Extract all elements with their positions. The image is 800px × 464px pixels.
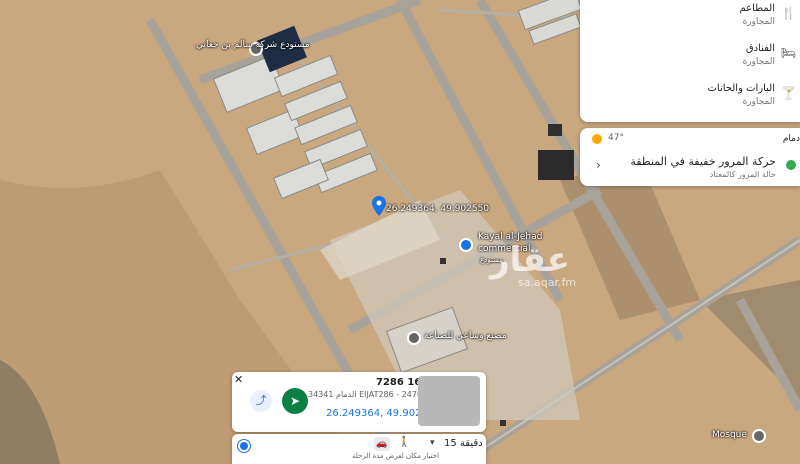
route-hint: اختيار مكان لعرض مدة الرحلة: [352, 452, 440, 460]
hotel-icon: 🛏: [780, 46, 796, 60]
nearby-panel: 🍴 المطاعم المجاورة 🛏 الفنادق المجاورة 🍸 …: [580, 0, 800, 122]
restaurant-icon: 🍴: [781, 6, 796, 20]
chevron-left-icon[interactable]: ‹: [596, 158, 601, 172]
mosque-label[interactable]: Mosque: [712, 430, 747, 440]
sun-icon: [592, 134, 602, 144]
business-poi-icon[interactable]: [459, 238, 473, 252]
place-title: 7286 16: [376, 377, 422, 388]
share-icon[interactable]: ⤴: [250, 390, 272, 412]
traffic-city: دمام: [782, 134, 800, 144]
origin-dot-icon[interactable]: [238, 440, 250, 452]
aqar-watermark: عقار sa.aqar.fm: [490, 240, 576, 289]
nearby-subtitle: المجاورة: [742, 17, 775, 27]
location-pin-icon[interactable]: [372, 196, 386, 220]
traffic-status-icon: [786, 160, 796, 170]
nearby-title: الفنادق: [745, 43, 775, 54]
chevron-down-icon[interactable]: ▾: [430, 438, 435, 448]
warehouse-north-label[interactable]: مستودع شركة سالم بن جعاني: [196, 40, 310, 50]
watermark-arabic: عقار: [490, 240, 571, 280]
nearby-title: المطاعم: [739, 3, 775, 14]
mosque-poi-icon[interactable]: [752, 429, 766, 443]
nearby-subtitle: المجاورة: [742, 57, 775, 67]
route-bar: 🚗 🚶 ▾ 15 دقيقة اختيار مكان لعرض مدة الرح…: [232, 434, 486, 464]
place-thumbnail[interactable]: [418, 376, 480, 426]
directions-icon[interactable]: ➤: [282, 388, 308, 414]
factory-south-label[interactable]: مصنع وساعي للصناعة: [424, 331, 507, 341]
factory-poi-icon[interactable]: [407, 331, 421, 345]
bar-icon: 🍸: [781, 86, 796, 100]
route-duration: 15 دقيقة: [444, 438, 483, 449]
watermark-english: sa.aqar.fm: [518, 276, 577, 289]
temperature: 47°: [608, 133, 624, 143]
traffic-card[interactable]: دمام 47° حركة المرور خفيفة في المنطقة حا…: [580, 128, 800, 186]
nearby-restaurants[interactable]: 🍴 المطاعم المجاورة: [580, 0, 800, 40]
nearby-bars[interactable]: 🍸 البارات والحانات المجاورة: [580, 80, 800, 120]
traffic-headline: حركة المرور خفيفة في المنطقة: [630, 155, 776, 168]
walk-icon[interactable]: 🚶: [398, 437, 410, 448]
traffic-subtitle: حالة المرور كالمعتاد: [709, 170, 776, 179]
place-address: 34341 الدمام EIJAT286 - 2470: [308, 390, 423, 399]
nearby-title: البارات والحانات: [707, 83, 776, 94]
place-card: ✕ ⤴ ➤ 7286 16 34341 الدمام EIJAT286 - 24…: [232, 372, 486, 432]
nearby-subtitle: المجاورة: [742, 97, 775, 107]
nearby-hotels[interactable]: 🛏 الفنادق المجاورة: [580, 40, 800, 80]
pin-coordinates-label: 26.249364, 49.902550: [386, 204, 490, 214]
close-icon[interactable]: ✕: [234, 373, 243, 386]
car-icon[interactable]: 🚗: [374, 437, 390, 451]
